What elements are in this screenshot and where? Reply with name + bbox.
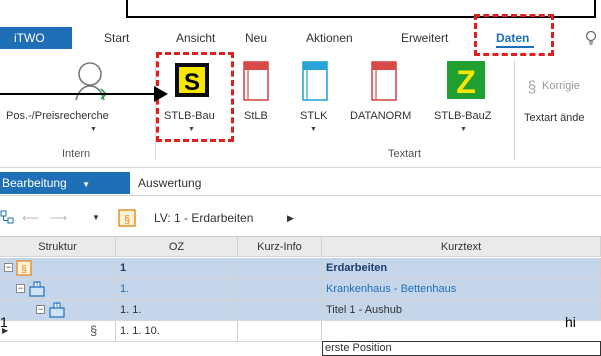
chevron-down-icon[interactable]: ▼ (82, 180, 90, 189)
stlb-label[interactable]: StLB (244, 110, 268, 122)
table-row[interactable]: ▶ § 1. 1. 10. (0, 321, 601, 342)
arrow-head-icon (154, 86, 168, 102)
breadcrumb[interactable]: LV: 1 - Erdarbeiten (154, 205, 253, 231)
collapse-toggle-icon[interactable]: − (16, 284, 25, 293)
group-label-textart: Textart (388, 148, 422, 160)
table-row[interactable]: − § 1 Erdarbeiten (0, 258, 601, 279)
menu-erweitert[interactable]: Erweitert (401, 27, 448, 49)
pos-preisrecherche-label[interactable]: Pos.-/Preisrecherche (6, 110, 109, 122)
textart-aendern-label[interactable]: Textart ände (524, 112, 585, 124)
back-arrow-icon[interactable]: ⟵ (22, 205, 39, 231)
svg-text:§: § (124, 214, 130, 226)
building-icon: § (49, 302, 65, 318)
menu-ansicht[interactable]: Ansicht (176, 27, 215, 49)
chevron-right-icon[interactable]: ▶ (287, 205, 294, 231)
struktur-cell: − § (0, 279, 116, 299)
svg-text:§: § (56, 304, 59, 310)
kurztext-cell: Titel 1 - Aushub (322, 300, 601, 320)
lv-document-icon: § (16, 260, 32, 276)
menu-neu[interactable]: Neu (245, 27, 267, 49)
annotation-one: 1 (0, 314, 8, 330)
tab-auswertung[interactable]: Auswertung (138, 172, 201, 194)
korrigieren-label[interactable]: Korrigie (542, 80, 580, 92)
annotation-hi: hi (565, 314, 576, 330)
view-tabs-row: Bearbeitung ▼ Auswertung (0, 170, 601, 196)
collapse-toggle-icon[interactable]: − (36, 305, 45, 314)
tab-bearbeitung[interactable]: Bearbeitung ▼ (0, 172, 130, 194)
forward-arrow-icon[interactable]: ⟶ (50, 205, 67, 231)
oz-cell: 1 (116, 258, 238, 278)
struktur-cell: ▶ § (0, 321, 116, 341)
group-separator (514, 60, 515, 160)
blue-book-icon[interactable] (299, 60, 331, 102)
tab-bearbeitung-label: Bearbeitung (2, 176, 67, 190)
tree-structure-icon[interactable] (0, 210, 14, 224)
search-person-icon[interactable] (72, 60, 114, 106)
annotation-arrow-line (0, 93, 162, 95)
paragraph-icon[interactable]: § (525, 76, 539, 96)
oz-cell: 1. 1. (116, 300, 238, 320)
svg-text:§: § (36, 283, 39, 289)
red-book-icon[interactable] (240, 60, 272, 102)
stlb-z-icon[interactable]: Z (446, 60, 486, 100)
stlk-label[interactable]: STLK (300, 110, 328, 122)
kurzinfo-cell (238, 279, 322, 299)
stlb-bauz-label[interactable]: STLB-BauZ (434, 110, 491, 122)
struktur-cell: − § (0, 258, 116, 278)
red-book-icon[interactable] (368, 60, 400, 102)
kurztext-cell: Krankenhaus - Bettenhaus (322, 279, 601, 299)
column-header-struktur[interactable]: Struktur (0, 237, 116, 256)
column-header-kurzinfo[interactable]: Kurz-Info (238, 237, 322, 256)
table-row[interactable]: − § 1. 1. Titel 1 - Aushub (0, 300, 601, 321)
kurzinfo-cell (238, 321, 322, 341)
paragraph-icon: § (90, 323, 98, 338)
navigation-row: ⟵ ⟶ ▼ § LV: 1 - Erdarbeiten ▶ (0, 205, 601, 231)
chevron-down-icon[interactable]: ▼ (460, 126, 467, 133)
lv-grid: Struktur OZ Kurz-Info Kurztext − § 1 Erd… (0, 236, 601, 356)
kurzinfo-cell (238, 258, 322, 278)
lv-document-icon: § (118, 209, 136, 227)
highlight-daten-box (474, 14, 554, 56)
oz-cell: 1. 1. 10. (116, 321, 238, 341)
lightbulb-icon[interactable] (585, 30, 597, 46)
svg-text:§: § (528, 79, 537, 96)
datanorm-label[interactable]: DATANORM (350, 110, 411, 122)
building-icon: § (29, 281, 45, 297)
collapse-toggle-icon[interactable]: − (4, 263, 13, 272)
menu-start[interactable]: Start (104, 27, 129, 49)
menu-aktionen[interactable]: Aktionen (306, 27, 353, 49)
svg-text:Z: Z (456, 64, 476, 100)
chevron-down-icon[interactable]: ▼ (92, 205, 100, 231)
column-header-oz[interactable]: OZ (116, 237, 238, 256)
svg-text:§: § (21, 265, 27, 276)
grid-header-row: Struktur OZ Kurz-Info Kurztext (0, 237, 601, 257)
chevron-down-icon[interactable]: ▼ (90, 126, 97, 133)
column-header-kurztext[interactable]: Kurztext (322, 237, 601, 256)
kurzinfo-cell (238, 300, 322, 320)
struktur-cell: − § (0, 300, 116, 320)
table-row[interactable]: − § 1. Krankenhaus - Bettenhaus (0, 279, 601, 300)
chevron-down-icon[interactable]: ▼ (310, 126, 317, 133)
oz-cell: 1. (116, 279, 238, 299)
menu-itwo[interactable]: iTWO (0, 27, 72, 49)
group-label-intern: Intern (62, 148, 91, 160)
kurztext-cell: Erdarbeiten (322, 258, 601, 278)
kurztext-edit-field[interactable]: erste Position (322, 341, 601, 356)
